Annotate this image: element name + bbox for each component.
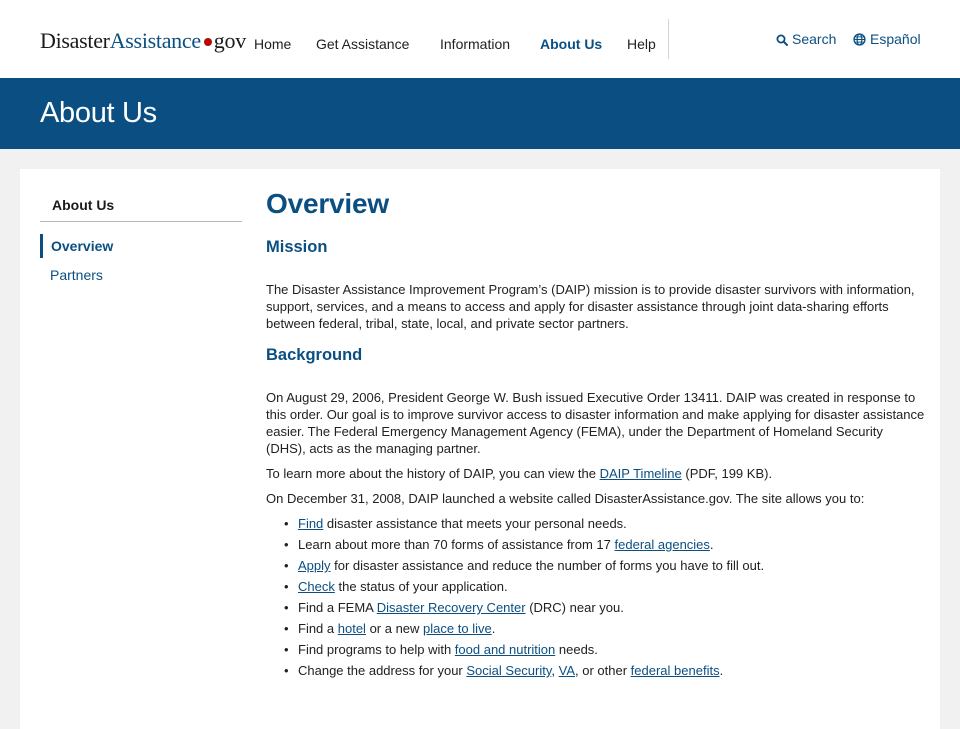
list-item-text: needs.: [555, 642, 598, 657]
side-nav: About Us Overview Partners: [40, 195, 242, 287]
list-item-text: .: [491, 621, 496, 636]
banner-title: About Us: [40, 97, 157, 129]
find-link[interactable]: Find: [298, 516, 323, 531]
side-nav-partners[interactable]: Partners: [40, 263, 242, 287]
list-item: Find a hotel or a new place to live.: [284, 620, 926, 637]
list-item: Find a FEMA Disaster Recovery Center (DR…: [284, 599, 926, 616]
search-label: Search: [792, 31, 837, 47]
features-list: Find disaster assistance that meets your…: [266, 515, 926, 679]
list-item-text: Learn about more than 70 forms of assist…: [298, 537, 615, 552]
search-link[interactable]: Search: [776, 31, 836, 47]
mission-paragraph: The Disaster Assistance Improvement Prog…: [266, 282, 915, 331]
site-header: DisasterAssistance gov Home Get Assistanc…: [0, 0, 960, 78]
globe-icon: [853, 33, 866, 46]
page-title: Overview: [266, 188, 389, 219]
list-item-text: (DRC) near you.: [525, 600, 624, 615]
timeline-paragraph: To learn more about the history of DAIP,…: [266, 465, 926, 482]
logo-text-3: gov: [213, 28, 246, 53]
logo-dot: [203, 38, 212, 47]
list-item-text: the status of your application.: [334, 579, 508, 594]
main-content: Overview Mission The Disaster Assistance…: [266, 188, 926, 683]
launch-paragraph: On December 31, 2008, DAIP launched a we…: [266, 491, 865, 506]
language-link[interactable]: Español: [853, 31, 921, 47]
daip-timeline-link[interactable]: DAIP Timeline: [600, 466, 682, 481]
timeline-text-before: To learn more about the history of DAIP,…: [266, 466, 600, 481]
social-security-link[interactable]: Social Security: [466, 663, 551, 678]
nav-divider: [668, 19, 669, 59]
list-item: Check the status of your application.: [284, 578, 926, 595]
list-item-text: for disaster assistance and reduce the n…: [330, 558, 765, 573]
logo-text-1: Disaster: [40, 28, 110, 53]
nav-help[interactable]: Help: [627, 36, 656, 52]
nav-information[interactable]: Information: [440, 36, 510, 52]
check-link[interactable]: Check: [298, 579, 335, 594]
va-link[interactable]: VA: [559, 663, 575, 678]
food-nutrition-link[interactable]: food and nutrition: [455, 642, 555, 657]
federal-agencies-link[interactable]: federal agencies: [615, 537, 710, 552]
background-paragraph: On August 29, 2006, President George W. …: [266, 390, 925, 456]
site-logo[interactable]: DisasterAssistance gov: [40, 28, 246, 54]
language-label: Español: [870, 31, 921, 47]
nav-home[interactable]: Home: [254, 36, 291, 52]
search-icon: [776, 34, 788, 46]
logo-text-2: Assistance: [109, 28, 201, 53]
hotel-link[interactable]: hotel: [338, 621, 366, 636]
list-item: Find programs to help with food and nutr…: [284, 641, 926, 658]
list-item: Apply for disaster assistance and reduce…: [284, 557, 926, 574]
list-item-text: or a new: [365, 621, 424, 636]
drc-link[interactable]: Disaster Recovery Center: [377, 600, 526, 615]
list-item-text: , or other: [575, 663, 631, 678]
mission-heading: Mission: [266, 238, 328, 256]
list-item-text: Change the address for your: [298, 663, 467, 678]
list-item-text: Find a: [298, 621, 338, 636]
list-item-text: disaster assistance that meets your pers…: [323, 516, 627, 531]
list-item-text: Find programs to help with: [298, 642, 455, 657]
list-item-text: Find a FEMA: [298, 600, 377, 615]
nav-get-assistance[interactable]: Get Assistance: [316, 36, 409, 52]
place-to-live-link[interactable]: place to live: [423, 621, 492, 636]
side-nav-title: About Us: [40, 195, 242, 222]
federal-benefits-link[interactable]: federal benefits: [631, 663, 720, 678]
list-item-text: .: [709, 537, 714, 552]
background-heading: Background: [266, 346, 363, 364]
list-item: Find disaster assistance that meets your…: [284, 515, 926, 532]
nav-about-us[interactable]: About Us: [540, 36, 602, 52]
timeline-text-after: (PDF, 199 KB).: [681, 466, 773, 481]
side-nav-overview[interactable]: Overview: [40, 234, 242, 258]
list-item-text: .: [719, 663, 724, 678]
list-item: Learn about more than 70 forms of assist…: [284, 536, 926, 553]
list-item: Change the address for your Social Secur…: [284, 662, 926, 679]
apply-link[interactable]: Apply: [298, 558, 331, 573]
list-item-text: ,: [551, 663, 559, 678]
page-banner: About Us: [0, 78, 960, 149]
